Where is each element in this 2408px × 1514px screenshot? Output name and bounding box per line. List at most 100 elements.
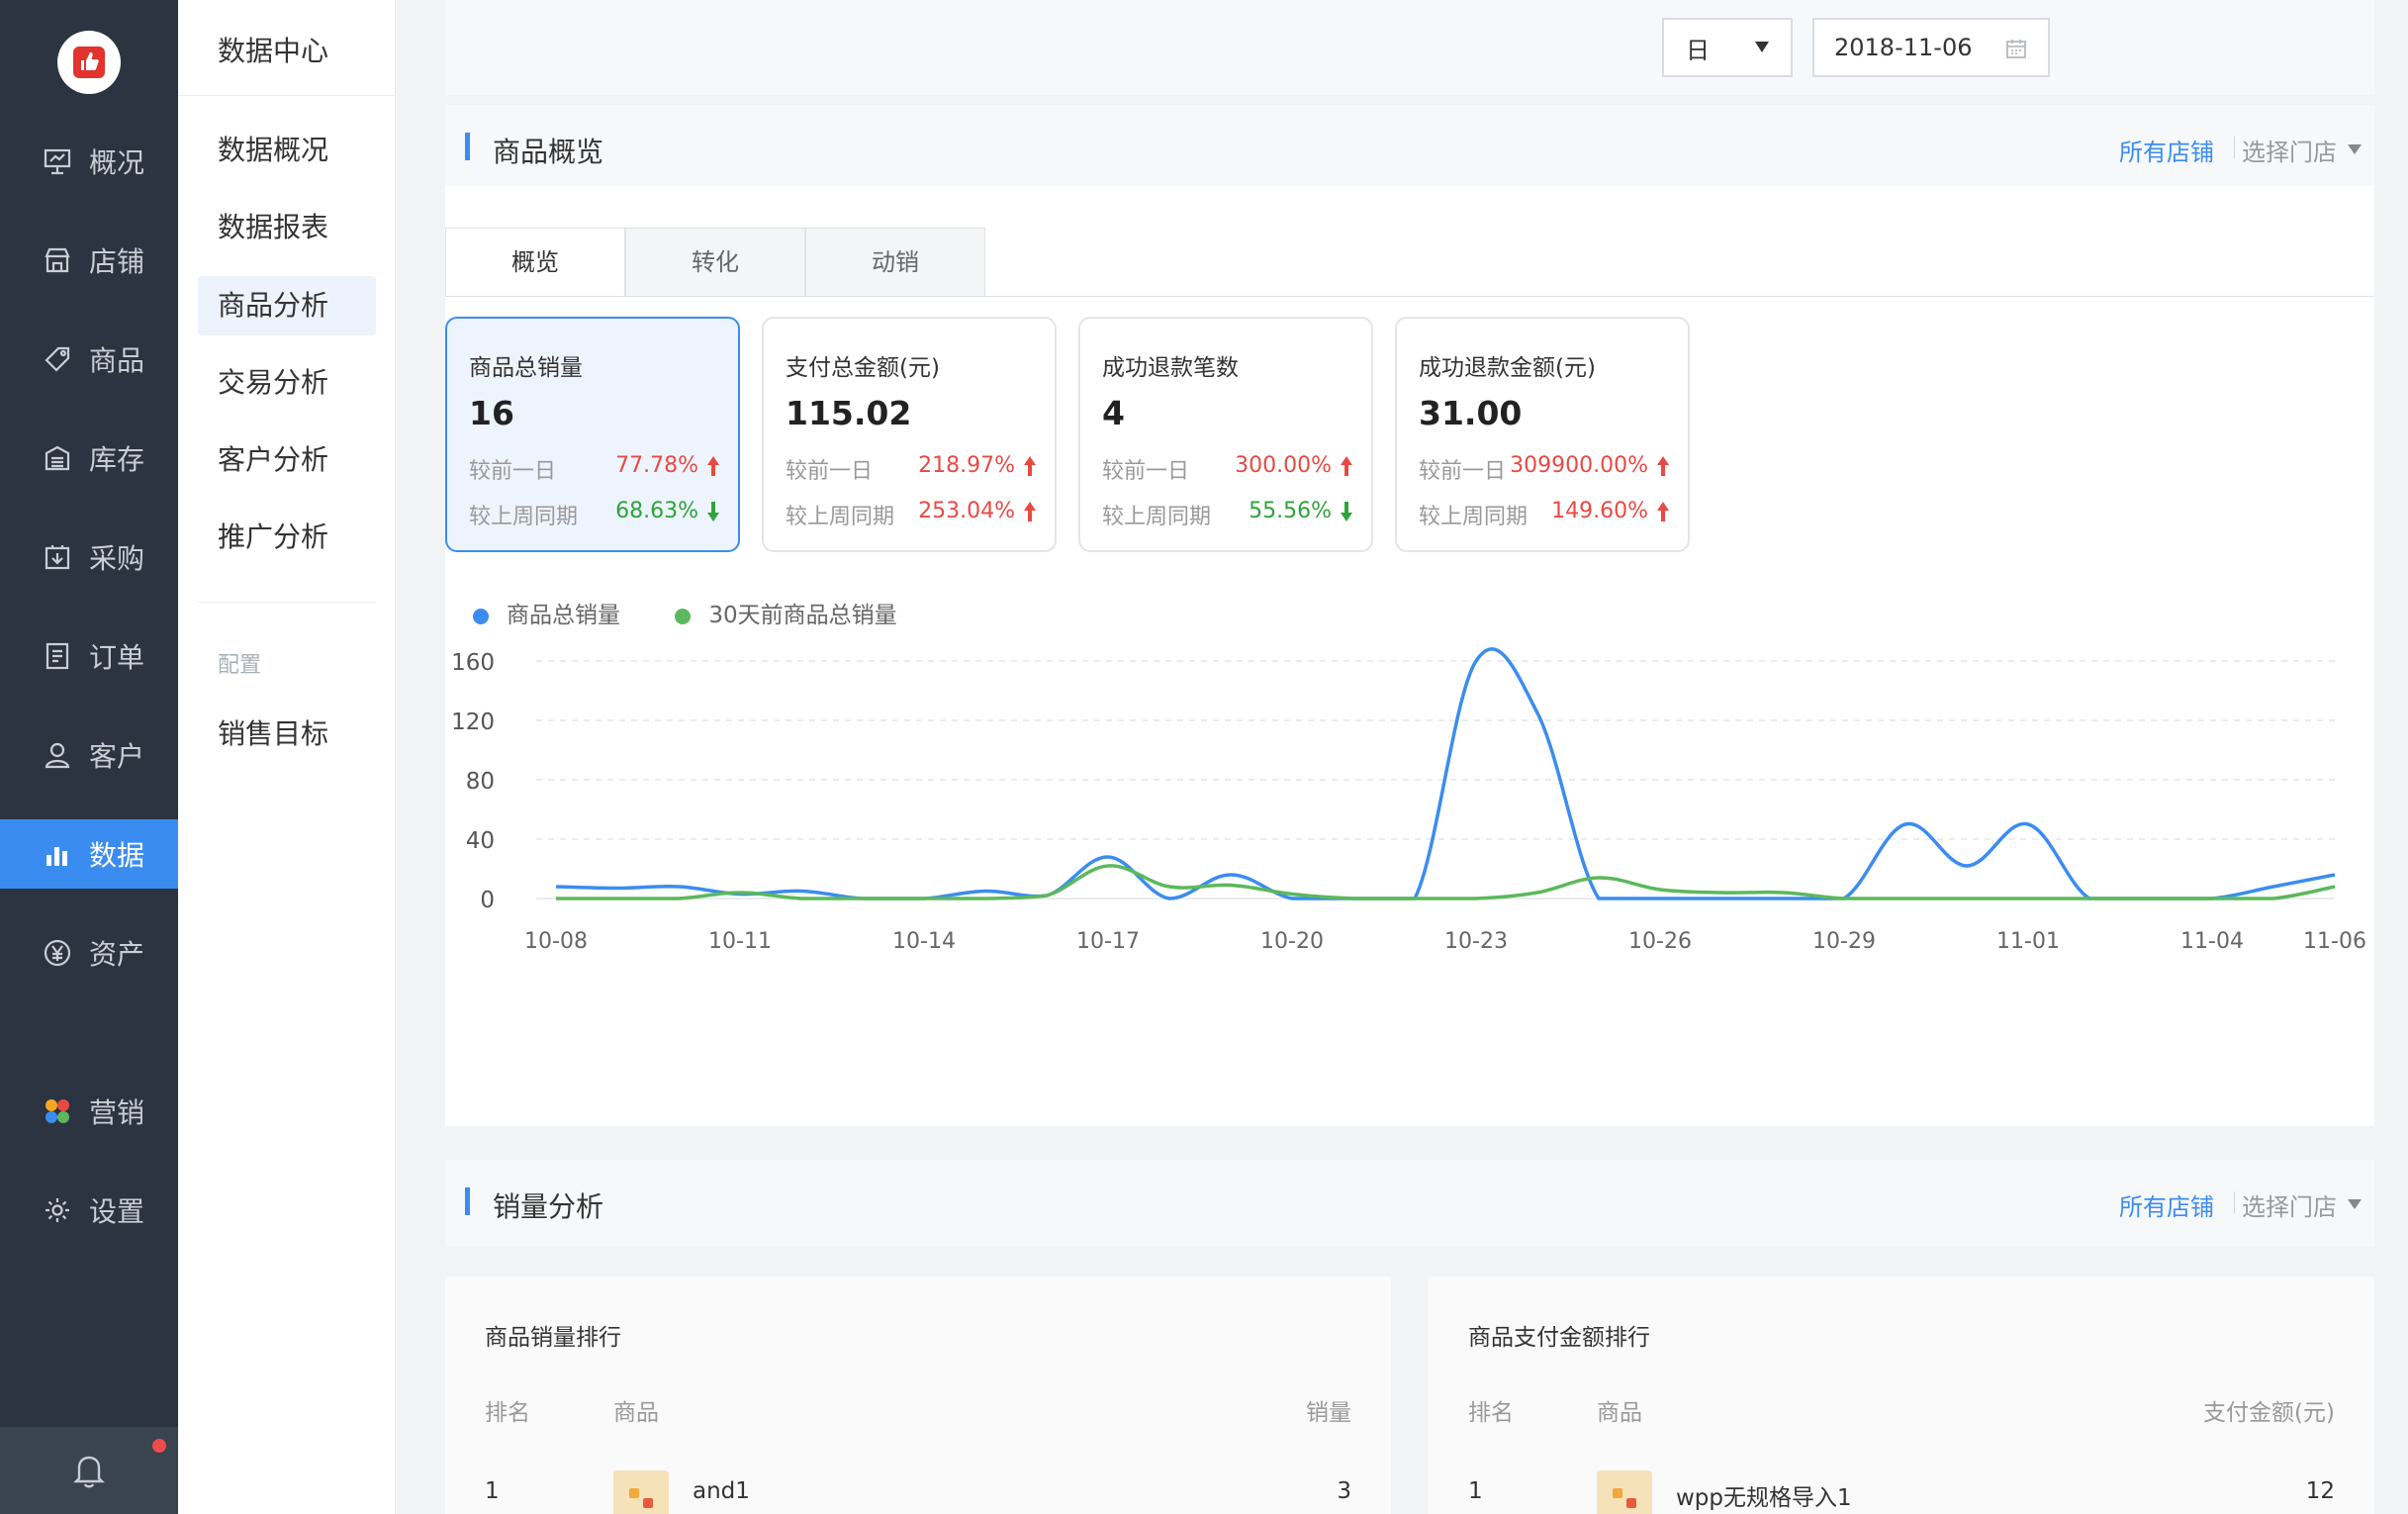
- y-tick-label: 120: [451, 710, 495, 735]
- overview-title: 商品概览: [493, 136, 604, 168]
- arrow-up-icon: [707, 456, 719, 476]
- col-product-header: 商品: [1597, 1400, 1642, 1426]
- tab-underline: [445, 296, 2374, 297]
- arrow-down-icon: [707, 502, 719, 521]
- arrow-up-icon: [1341, 456, 1352, 476]
- x-tick-label: 10-26: [1628, 929, 1692, 954]
- rail-item-overview[interactable]: 概况: [0, 127, 178, 196]
- week-compare-pct: 68.63%: [615, 499, 698, 523]
- header-separator: [2234, 1191, 2235, 1213]
- col-rank-header: 排名: [485, 1400, 530, 1426]
- warehouse-icon: [40, 440, 75, 476]
- sales-analysis-header: 销量分析 所有店铺 选择门店: [445, 1160, 2374, 1247]
- col-product-header: 商品: [613, 1400, 659, 1426]
- day-compare-label: 较前一日: [786, 459, 874, 484]
- select-store-dropdown[interactable]: 选择门店: [2242, 133, 2337, 167]
- subnav-item-product-analysis[interactable]: 商品分析: [198, 276, 376, 335]
- section-accent-bar: [465, 1187, 470, 1215]
- caret-down-icon: [1755, 42, 1769, 52]
- row-value: 12: [2305, 1478, 2335, 1504]
- rail-item-assets[interactable]: 资产: [0, 918, 178, 988]
- sales-analysis-title: 销量分析: [493, 1190, 604, 1223]
- day-compare-label: 较前一日: [469, 459, 557, 484]
- subnav-item-data-report[interactable]: 数据报表: [198, 198, 376, 257]
- thumbs-up-icon: [73, 47, 105, 78]
- presentation-icon: [40, 143, 75, 179]
- row-product[interactable]: and1: [693, 1478, 750, 1504]
- week-compare-label: 较上周同期: [786, 505, 895, 529]
- payment-ranking-panel: 商品支付金额排行 排名 商品 支付金额(元) 1 wpp无规格导入1 12: [1429, 1277, 2374, 1514]
- section-accent-bar: [465, 133, 470, 160]
- arrow-up-icon: [1024, 502, 1036, 521]
- card-title: 商品总销量: [469, 355, 583, 381]
- overview-panel: 概览 转化 动销 商品总销量 16 较前一日 77.78% 较上周同期 68.6…: [445, 186, 2374, 1126]
- bell-icon[interactable]: [71, 1451, 107, 1490]
- rail-item-order[interactable]: 订单: [0, 621, 178, 691]
- x-tick-label: 11-06: [2303, 929, 2366, 954]
- rail-item-marketing[interactable]: 营销: [0, 1077, 178, 1146]
- y-tick-label: 40: [466, 828, 495, 854]
- date-value: 2018-11-06: [1834, 34, 1973, 61]
- tab-movement[interactable]: 动销: [805, 228, 985, 297]
- marketing-icon: [40, 1093, 75, 1129]
- week-compare-pct: 149.60%: [1551, 499, 1648, 523]
- week-compare-label: 较上周同期: [1102, 505, 1212, 529]
- purchase-icon: [40, 539, 75, 575]
- rail-item-settings[interactable]: 设置: [0, 1176, 178, 1245]
- sales-line-chart: 0 40 80 120 160 10-08 10-11 10-14 10-17 10-20 10-2…: [451, 647, 2366, 954]
- subnav-item-trade-analysis[interactable]: 交易分析: [198, 353, 376, 413]
- subnav-item-sales-target[interactable]: 销售目标: [198, 705, 376, 764]
- app-logo[interactable]: [57, 31, 121, 94]
- period-value: 日: [1686, 36, 1710, 64]
- data-center-nav: 数据中心 数据概况 数据报表 商品分析 交易分析 客户分析 推广分析 配置 销售…: [178, 0, 396, 1514]
- y-tick-label: 0: [480, 888, 495, 913]
- main-content: 日 2018-11-06 商品概览 所有店铺 选择门店 概览 转化 动销 商品总…: [396, 0, 2408, 1514]
- select-store-dropdown[interactable]: 选择门店: [2242, 1187, 2337, 1222]
- tag-icon: [40, 341, 75, 377]
- yen-icon: [40, 935, 75, 971]
- filter-bar: 日 2018-11-06: [445, 0, 2374, 95]
- tab-conversion[interactable]: 转化: [625, 228, 805, 297]
- day-compare-pct: 309900.00%: [1510, 453, 1648, 478]
- card-title: 成功退款笔数: [1102, 355, 1239, 381]
- week-compare-pct: 253.04%: [918, 499, 1015, 523]
- period-select[interactable]: 日: [1662, 18, 1793, 77]
- overview-header: 商品概览 所有店铺 选择门店: [445, 105, 2374, 192]
- y-tick-label: 80: [466, 769, 495, 795]
- tab-overview[interactable]: 概览: [445, 228, 625, 297]
- rail-item-store[interactable]: 店铺: [0, 226, 178, 295]
- legend-item-total-sales[interactable]: 商品总销量: [473, 603, 620, 628]
- all-stores-link[interactable]: 所有店铺: [2119, 1187, 2214, 1222]
- card-value: 115.02: [786, 394, 912, 432]
- row-product[interactable]: wpp无规格导入1: [1676, 1478, 1852, 1512]
- notification-area: [0, 1427, 178, 1514]
- rail-item-data[interactable]: 数据: [0, 819, 178, 889]
- rail-item-product[interactable]: 商品: [0, 325, 178, 394]
- legend-item-prev-30-days[interactable]: 30天前商品总销量: [675, 603, 897, 628]
- order-icon: [40, 638, 75, 674]
- caret-down-icon[interactable]: [2348, 144, 2362, 154]
- series-line-total-sales: [555, 647, 2336, 900]
- subnav-item-data-overview[interactable]: 数据概况: [198, 121, 376, 180]
- date-picker[interactable]: 2018-11-06: [1812, 18, 2050, 77]
- metric-card-total-payment[interactable]: 支付总金额(元) 115.02 较前一日 218.97% 较上周同期 253.0…: [762, 317, 1057, 552]
- metric-card-total-sales[interactable]: 商品总销量 16 较前一日 77.78% 较上周同期 68.63%: [445, 317, 740, 552]
- rail-item-purchase[interactable]: 采购: [0, 522, 178, 592]
- caret-down-icon[interactable]: [2348, 1199, 2362, 1209]
- x-tick-label: 10-11: [708, 929, 772, 954]
- user-icon: [40, 737, 75, 773]
- rail-item-customer[interactable]: 客户: [0, 720, 178, 790]
- product-thumbnail: [613, 1470, 669, 1514]
- x-tick-label: 10-29: [1812, 929, 1876, 954]
- metric-card-refund-count[interactable]: 成功退款笔数 4 较前一日 300.00% 较上周同期 55.56%: [1078, 317, 1373, 552]
- card-value: 4: [1102, 394, 1125, 432]
- day-compare-label: 较前一日: [1102, 459, 1190, 484]
- card-title: 成功退款金额(元): [1419, 355, 1596, 381]
- all-stores-link[interactable]: 所有店铺: [2119, 133, 2214, 167]
- metric-card-refund-amount[interactable]: 成功退款金额(元) 31.00 较前一日 309900.00% 较上周同期 14…: [1395, 317, 1690, 552]
- rail-item-inventory[interactable]: 库存: [0, 424, 178, 493]
- subnav-item-promo-analysis[interactable]: 推广分析: [198, 508, 376, 567]
- week-compare-label: 较上周同期: [1419, 505, 1528, 529]
- subnav-item-customer-analysis[interactable]: 客户分析: [198, 430, 376, 490]
- x-tick-label: 11-01: [1996, 929, 2060, 954]
